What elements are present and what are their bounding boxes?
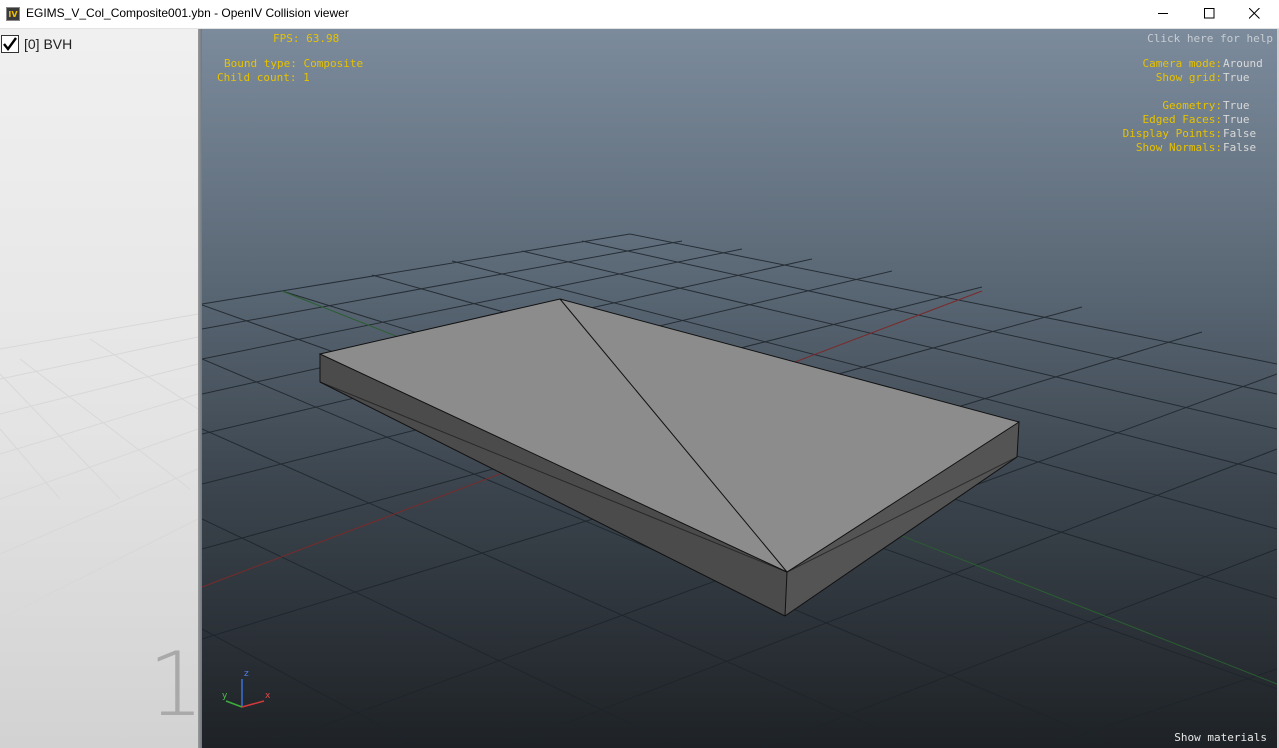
- display-points-label-cell: Display Points:: [1123, 127, 1222, 141]
- geometry-label: Geometry:: [1162, 99, 1222, 112]
- maximize-icon: [1204, 8, 1215, 19]
- geometry-value[interactable]: True: [1223, 99, 1250, 112]
- show-normals-label-cell: Show Normals:: [1136, 141, 1222, 155]
- display-points-label: Display Points:: [1122, 127, 1222, 140]
- tree-item-label: [0] BVH: [24, 36, 73, 52]
- edged-faces-value-cell: True: [1223, 113, 1250, 127]
- x-axis-label: x: [265, 691, 271, 701]
- bound-type-label: Bound type:: [224, 57, 297, 70]
- show-grid-label-cell: Show grid:: [1156, 71, 1222, 85]
- fps-value: 63.98: [306, 32, 340, 45]
- show-normals-value-cell: False: [1223, 141, 1256, 155]
- checkmark-icon: [3, 37, 17, 51]
- scene-canvas: z y x: [202, 233, 1277, 748]
- fps-label: FPS:: [273, 32, 300, 45]
- child-count-readout: Child count: 1: [217, 71, 310, 85]
- camera-mode-value-cell: Around: [1223, 57, 1263, 71]
- axis-gizmo: z y x: [222, 669, 271, 708]
- tree-item-bvh[interactable]: [0] BVH: [0, 33, 72, 55]
- bvh-checkbox[interactable]: [1, 35, 19, 53]
- help-link-row: Click here for help: [1147, 32, 1273, 46]
- camera-mode-label-cell: Camera mode:: [1143, 57, 1222, 71]
- show-grid-value[interactable]: True: [1223, 71, 1250, 84]
- minimize-icon: [1158, 13, 1168, 14]
- z-axis-label: z: [244, 669, 249, 679]
- child-count-value: 1: [303, 71, 310, 84]
- window-title: EGIMS_V_Col_Composite001.ybn - OpenIV Co…: [26, 6, 349, 20]
- edged-faces-label: Edged Faces:: [1142, 113, 1222, 126]
- title-bar: IV EGIMS_V_Col_Composite001.ybn - OpenIV…: [0, 0, 1279, 29]
- y-axis-label: y: [222, 691, 228, 701]
- camera-mode-label: Camera mode:: [1142, 57, 1222, 70]
- fps-readout: FPS: 63.98: [273, 32, 339, 46]
- show-materials-button[interactable]: Show materials: [1174, 731, 1267, 744]
- show-normals-value[interactable]: False: [1223, 141, 1256, 154]
- minimize-button[interactable]: [1140, 0, 1186, 28]
- help-link[interactable]: Click here for help: [1147, 32, 1273, 45]
- geometry-value-cell: True: [1223, 99, 1250, 113]
- show-normals-label: Show Normals:: [1135, 141, 1222, 154]
- edged-faces-label-cell: Edged Faces:: [1143, 113, 1222, 127]
- page-number: 1: [148, 633, 198, 736]
- bounds-tree-panel: [0] BVH 1: [0, 29, 198, 748]
- openiv-app-icon[interactable]: IV: [6, 7, 20, 21]
- display-points-value-cell: False: [1223, 127, 1256, 141]
- maximize-button[interactable]: [1186, 0, 1232, 28]
- show-grid-value-cell: True: [1223, 71, 1250, 85]
- close-button[interactable]: [1231, 0, 1277, 28]
- collision-3d-viewport[interactable]: z y x FPS: 63.98 Bound type: Composite C…: [202, 29, 1277, 748]
- bound-type-readout: Bound type: Composite: [224, 57, 363, 71]
- collision-box-mesh: [318, 298, 1021, 617]
- child-count-label: Child count:: [217, 71, 297, 84]
- close-icon: [1249, 8, 1260, 19]
- bound-type-value: Composite: [303, 57, 364, 70]
- show-grid-label: Show grid:: [1155, 71, 1222, 84]
- geometry-label-cell: Geometry:: [1162, 99, 1222, 113]
- camera-mode-value[interactable]: Around: [1223, 57, 1263, 70]
- edged-faces-value[interactable]: True: [1223, 113, 1250, 126]
- display-points-value[interactable]: False: [1223, 127, 1256, 140]
